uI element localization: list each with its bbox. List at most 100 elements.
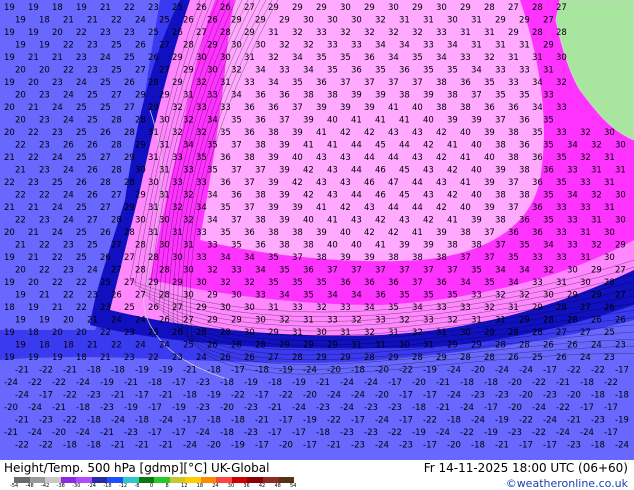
temperature-label: 23 — [39, 216, 50, 226]
temperature-label: 29 — [327, 341, 338, 351]
temperature-label: 24 — [52, 153, 63, 163]
temperature-label: 26 — [100, 253, 111, 263]
temperature-label: -24 — [340, 378, 354, 388]
temperature-label: 39 — [484, 203, 495, 213]
temperature-label: 43 — [436, 178, 447, 188]
temperature-label: 26 — [591, 316, 602, 326]
legend-tick: -8 — [134, 483, 140, 489]
temperature-label: 32 — [172, 128, 183, 138]
temperature-label: 36 — [220, 153, 231, 163]
temperature-label: 30 — [183, 266, 194, 276]
credit-link[interactable]: ©weatheronline.co.uk — [506, 477, 628, 490]
temperature-label: 29 — [135, 191, 146, 201]
temperature-label: 38 — [268, 128, 279, 138]
temperature-label: 28 — [111, 116, 122, 126]
temperature-label: 31 — [148, 203, 159, 213]
temperature-label: 39 — [484, 128, 495, 138]
temperature-label: -18 — [87, 366, 101, 376]
temperature-label: 36 — [231, 191, 242, 201]
temperature-label: 19 — [15, 41, 26, 51]
temperature-label: 25 — [76, 253, 87, 263]
temperature-label: -24 — [532, 403, 546, 413]
temperature-label: 37 — [255, 166, 266, 176]
temperature-label: 35 — [532, 128, 543, 138]
temperature-label: 30 — [604, 253, 615, 263]
temperature-label: 32 — [351, 316, 362, 326]
temperature-label: -21 — [567, 416, 581, 426]
temperature-label: -19 — [135, 366, 149, 376]
temperature-label: 27 — [580, 328, 591, 338]
temperature-label: -24 — [303, 366, 317, 376]
temperature-label: -20 — [327, 366, 341, 376]
temperature-label: -20 — [471, 366, 485, 376]
temperature-label: 30 — [172, 253, 183, 263]
temperature-label: 36 — [532, 178, 543, 188]
temperature-label: 35 — [543, 216, 554, 226]
temperature-label: 38 — [447, 91, 458, 101]
temperature-label: -22 — [327, 416, 341, 426]
temperature-label: 28 — [148, 78, 159, 88]
temperature-label: 29 — [303, 341, 314, 351]
temperature-label: 34 — [388, 53, 399, 63]
temperature-label: 36 — [543, 166, 554, 176]
temperature-label: 27 — [135, 66, 146, 76]
temperature-label: 30 — [148, 178, 159, 188]
temperature-label: 37 — [495, 116, 506, 126]
temperature-label: 31 — [471, 41, 482, 51]
temperature-label: 25 — [111, 66, 122, 76]
temperature-label: 33 — [556, 253, 567, 263]
temperature-label: 40 — [471, 166, 482, 176]
temperature-label: 46 — [375, 166, 386, 176]
temperature-label: 24 — [63, 166, 74, 176]
temperature-label: 24 — [52, 203, 63, 213]
temperature-label: 37 — [292, 253, 303, 263]
temperature-label: 37 — [279, 116, 290, 126]
temperature-label: 31 — [556, 278, 567, 288]
temperature-label: -24 — [76, 428, 90, 438]
temperature-label: 19 — [39, 41, 50, 51]
temperature-label: 30 — [340, 3, 351, 13]
temperature-label: -24 — [28, 403, 42, 413]
temperature-label: 39 — [423, 241, 434, 251]
temperature-label: 29 — [316, 3, 327, 13]
temperature-label: 27 — [580, 303, 591, 313]
temperature-label: 35 — [268, 253, 279, 263]
temperature-label: 25 — [76, 103, 87, 113]
temperature-label: -21 — [124, 378, 138, 388]
temperature-label: -18 — [591, 441, 605, 451]
temperature-label: 26 — [135, 41, 146, 51]
temperature-label: -17 — [39, 391, 53, 401]
temperature-label: 36 — [364, 53, 375, 63]
temperature-label: -17 — [231, 366, 245, 376]
temperature-label: -23 — [196, 403, 210, 413]
temperature-label: 38 — [436, 78, 447, 88]
temperature-label: 28 — [124, 128, 135, 138]
temperature-label: 30 — [388, 3, 399, 13]
temperature-label: 35 — [423, 66, 434, 76]
temperature-label: 32 — [484, 303, 495, 313]
temperature-label: 39 — [279, 141, 290, 151]
temperature-label: 37 — [484, 228, 495, 238]
temperature-label: 32 — [388, 28, 399, 38]
temperature-label: 31 — [183, 91, 194, 101]
temperature-label: 26 — [183, 16, 194, 26]
temperature-label: 26 — [207, 16, 218, 26]
temperature-label: 24 — [87, 266, 98, 276]
temperature-label: 28 — [604, 278, 615, 288]
temperature-label: 26 — [220, 353, 231, 363]
temperature-label: 18 — [52, 3, 63, 13]
temperature-label: -17 — [519, 441, 533, 451]
temperature-label: -21 — [63, 366, 77, 376]
temperature-label: 23 — [124, 328, 135, 338]
temperature-label: 29 — [231, 16, 242, 26]
temperature-label: -24 — [111, 416, 125, 426]
temperature-label: 40 — [423, 116, 434, 126]
temperature-label: 44 — [412, 203, 423, 213]
temperature-label: 36 — [436, 278, 447, 288]
temperature-label: 21 — [52, 303, 63, 313]
temperature-label: 31 — [148, 228, 159, 238]
temperature-label: 34 — [436, 53, 447, 63]
temperature-label: -17 — [279, 416, 293, 426]
legend-tick: -42 — [41, 483, 50, 489]
temperature-label: -21 — [4, 428, 18, 438]
